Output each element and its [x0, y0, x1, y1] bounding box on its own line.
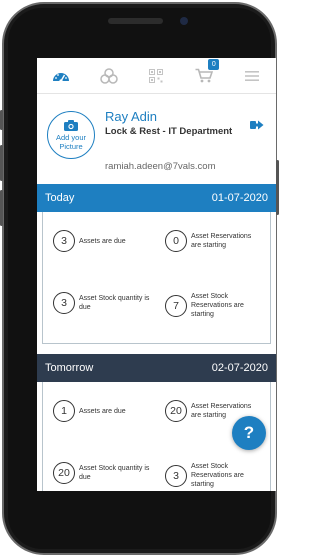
- today-header: Today 01-07-2020: [37, 184, 276, 212]
- power-button: [276, 160, 279, 215]
- stat-count: 20: [165, 400, 187, 422]
- mute-switch: [0, 110, 3, 130]
- camera-icon: [64, 119, 78, 131]
- cart-icon[interactable]: 0: [193, 58, 220, 87]
- stat-label: Asset Stock quantity is due: [79, 295, 150, 311]
- stat-count: 3: [53, 292, 75, 314]
- add-picture-label: Add your Picture: [55, 132, 87, 151]
- today-stat-stock-reservations[interactable]: 7 Asset Stock Reservations are starting: [165, 292, 263, 319]
- today-stats: 3 Assets are due 0 Asset Reservations ar…: [42, 212, 271, 344]
- tomorrow-header: Tomorrow 02-07-2020: [37, 354, 276, 382]
- profile-department: Lock & Rest - IT Department: [105, 126, 233, 137]
- stat-count: 3: [165, 464, 187, 487]
- speaker-grille: [108, 18, 163, 24]
- cart-badge: 0: [208, 58, 220, 70]
- today-stat-reservations[interactable]: 0 Asset Reservations are starting: [165, 230, 263, 252]
- tomorrow-title: Tomorrow: [45, 362, 94, 374]
- stat-label: Assets are due: [79, 407, 126, 415]
- top-nav: 0: [37, 58, 276, 94]
- today-stat-assets-due[interactable]: 3 Assets are due: [53, 230, 151, 252]
- front-camera: [180, 17, 188, 25]
- stat-label: Asset Stock Reservations are starting: [191, 463, 244, 488]
- profile-card: Add your Picture Ray Adin Lock & Rest - …: [37, 95, 276, 183]
- tomorrow-stat-stock-due[interactable]: 20 Asset Stock quantity is due: [53, 462, 151, 484]
- dashboard-icon[interactable]: [50, 65, 72, 87]
- profile-name: Ray Adin: [105, 109, 158, 124]
- stat-label: Asset Stock quantity is due: [79, 465, 150, 481]
- today-stat-stock-due[interactable]: 3 Asset Stock quantity is due: [53, 292, 151, 314]
- help-button[interactable]: ?: [232, 416, 266, 450]
- volume-down-button: [0, 190, 3, 226]
- assets-icon[interactable]: [98, 65, 120, 87]
- stat-count: 3: [53, 230, 75, 252]
- qr-scan-icon[interactable]: [145, 65, 167, 87]
- today-title: Today: [45, 192, 75, 204]
- stat-count: 0: [165, 230, 187, 252]
- tomorrow-stat-assets-due[interactable]: 1 Assets are due: [53, 400, 151, 422]
- stat-count: 1: [53, 400, 75, 422]
- stat-label: Asset Reservations are starting: [191, 233, 252, 249]
- menu-icon[interactable]: [241, 65, 263, 87]
- profile-email: ramiah.adeen@7vals.com: [105, 161, 216, 172]
- logout-icon[interactable]: [250, 119, 264, 131]
- today-section: Today 01-07-2020 3 Assets are due 0 Asse…: [37, 184, 276, 344]
- volume-up-button: [0, 145, 3, 181]
- add-picture-button[interactable]: Add your Picture: [47, 111, 95, 159]
- tomorrow-date: 02-07-2020: [211, 362, 268, 374]
- today-date: 01-07-2020: [211, 192, 268, 204]
- stat-label: Asset Stock Reservations are starting: [191, 293, 244, 318]
- tomorrow-stat-stock-reservations[interactable]: 3 Asset Stock Reservations are starting: [165, 462, 263, 489]
- stat-label: Assets are due: [79, 237, 126, 245]
- stat-count: 20: [53, 462, 75, 484]
- stat-count: 7: [165, 294, 187, 317]
- app-screen: 0 Add your Picture Ray Adin Lock & Rest …: [37, 58, 276, 491]
